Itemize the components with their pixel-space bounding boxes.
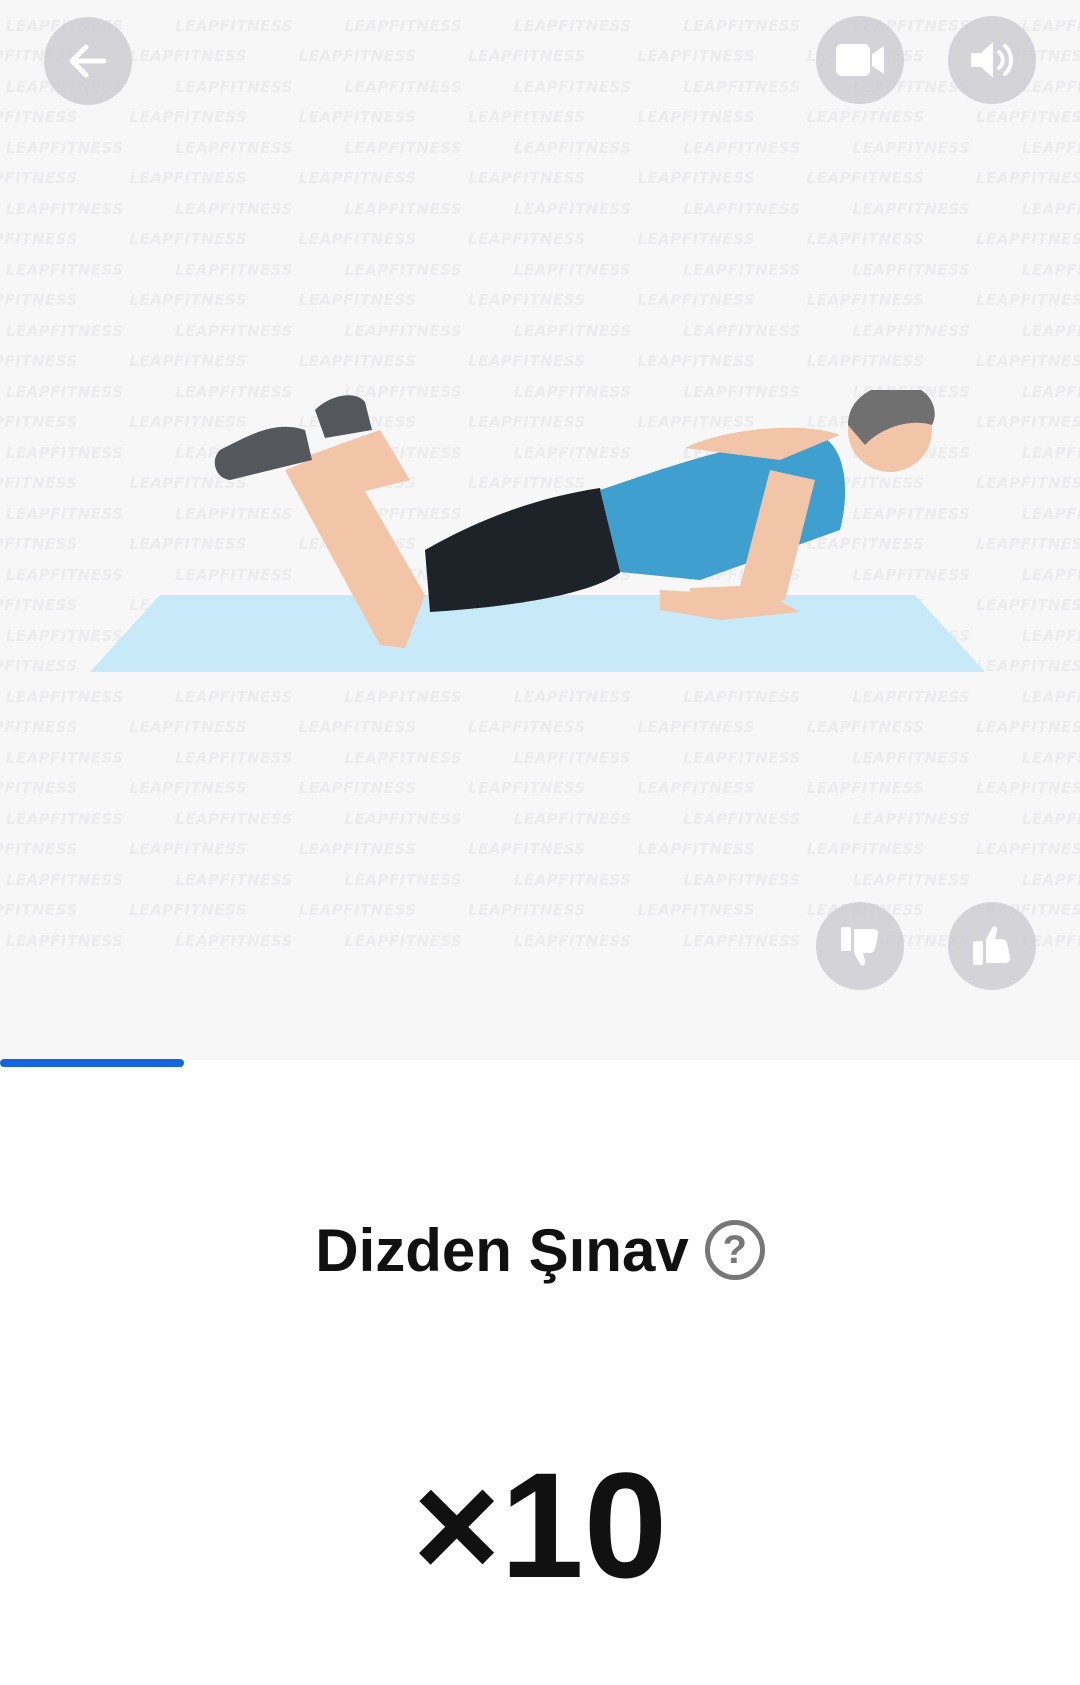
thumbs-down-icon — [837, 923, 883, 969]
knee-pushup-illustration — [90, 390, 985, 672]
exercise-progress — [0, 1059, 1080, 1067]
exercise-media: LEAPFITNESS LEAPFITNESS LEAPFITNESS LEAP… — [0, 0, 1080, 1060]
speaker-volume-icon — [967, 38, 1017, 82]
video-button[interactable] — [816, 16, 904, 104]
exercise-title-row: Dizden Şınav ? — [0, 1210, 1080, 1290]
progress-fill — [0, 1059, 184, 1067]
exercise-name: Dizden Şınav — [315, 1216, 689, 1284]
dislike-button[interactable] — [816, 902, 904, 990]
help-icon[interactable]: ? — [704, 1220, 765, 1280]
rep-count: ×10 — [412, 1441, 668, 1609]
back-button[interactable] — [44, 17, 132, 105]
video-camera-icon — [834, 40, 886, 80]
thumbs-up-icon — [969, 923, 1015, 969]
arrow-left-icon — [64, 37, 112, 85]
like-button[interactable] — [948, 902, 1036, 990]
sound-button[interactable] — [948, 16, 1036, 104]
